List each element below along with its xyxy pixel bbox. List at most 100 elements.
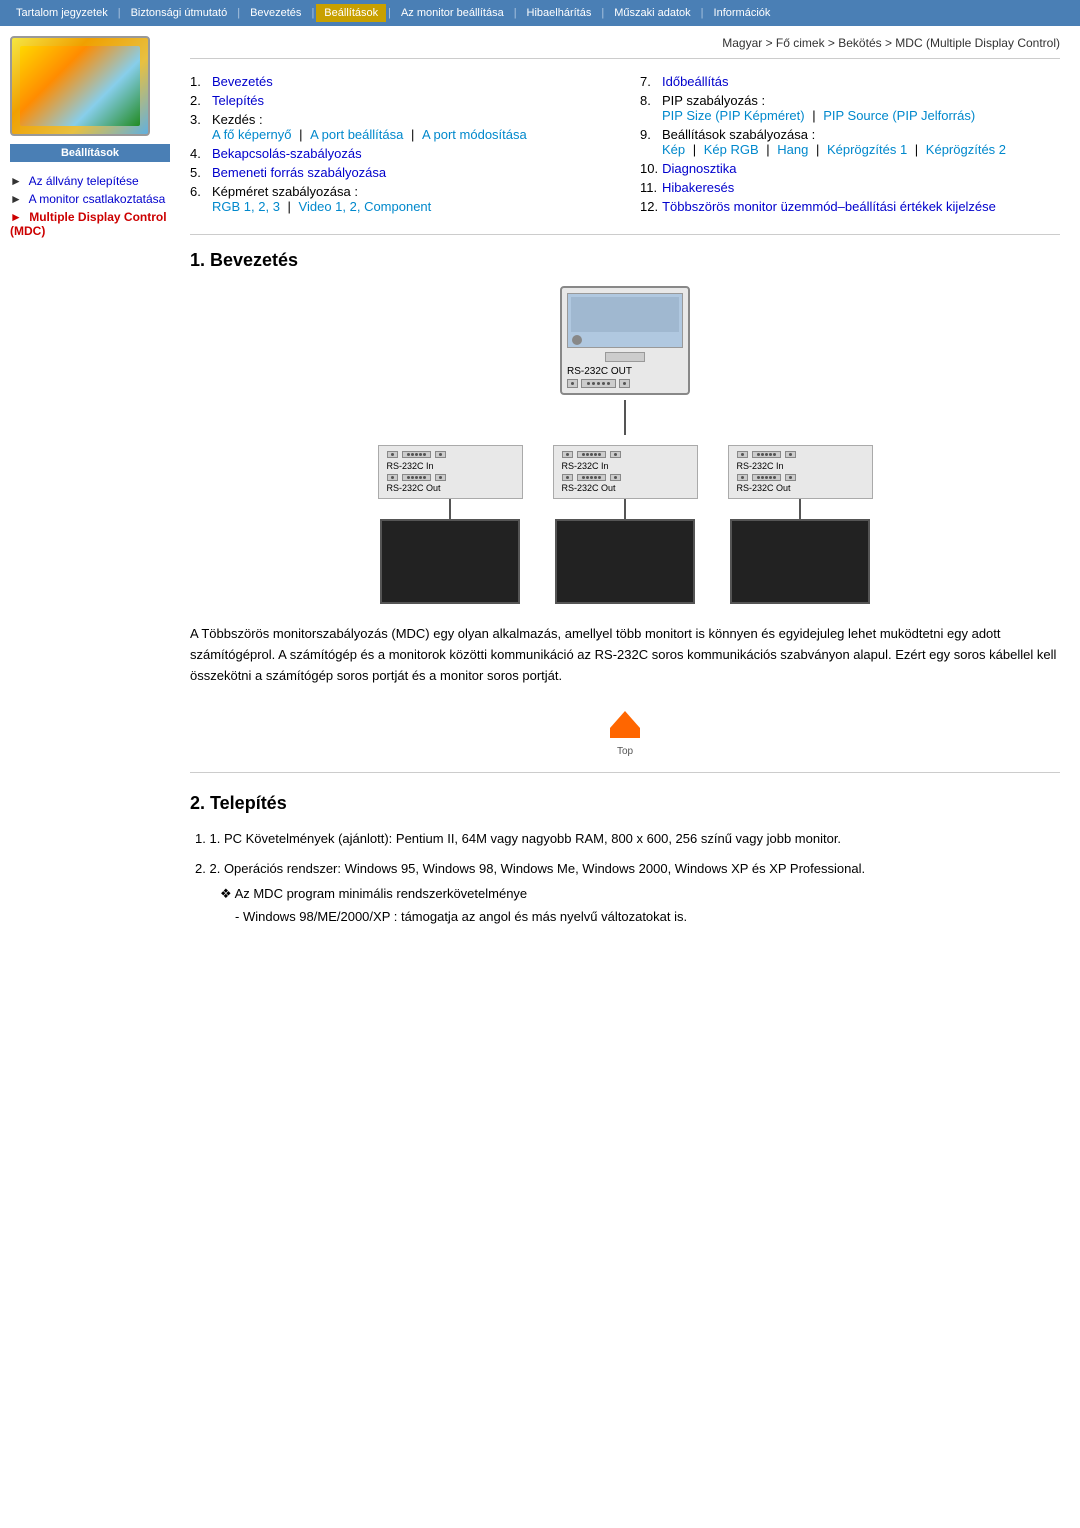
sidebar-link-allvany[interactable]: Az állvány telepítése	[29, 174, 139, 188]
monitor2-out-row	[562, 474, 689, 481]
monitor1-in-port-right	[435, 451, 446, 458]
nav-item-bevezetes[interactable]: Bevezetés	[242, 4, 309, 22]
nav-item-hibael[interactable]: Hibaelhárítás	[519, 4, 600, 22]
toc-sublink-9e[interactable]: Képrögzítés 2	[926, 142, 1006, 157]
monitor3-in-row	[737, 451, 864, 458]
toc-item-12: 12. Többszörös monitor üzemmód–beállítás…	[640, 199, 1060, 214]
sidebar-arrow-3: ►	[10, 210, 22, 224]
toc-link-12[interactable]: Többszörös monitor üzemmód–beállítási ér…	[662, 199, 996, 214]
nav-item-biztonsagi[interactable]: Biztonsági útmutató	[123, 4, 236, 22]
toc-link-10[interactable]: Diagnosztika	[662, 161, 736, 176]
top-button-container[interactable]: Top	[190, 706, 1060, 757]
toc-label-3: Kezdés :	[212, 112, 263, 127]
toc-num-11: 11.	[640, 180, 658, 195]
toc-link-5[interactable]: Bemeneti forrás szabályozása	[212, 165, 386, 180]
monitor2-out-port-left	[562, 474, 573, 481]
nav-sep-6: |	[601, 7, 604, 19]
toc-num-10: 10.	[640, 161, 658, 176]
monitor3-vline	[799, 499, 801, 519]
top-monitor-box: RS-232C OUT	[560, 286, 690, 395]
sidebar-arrow-2: ►	[10, 192, 22, 206]
sidebar-link-csatlakozas[interactable]: A monitor csatlakoztatása	[29, 192, 166, 206]
monitor3-in-port-right	[785, 451, 796, 458]
section1-description: A Többszörös monitorszabályozás (MDC) eg…	[190, 624, 1060, 686]
toc-item-2: 2. Telepítés	[190, 93, 610, 108]
monitor2-screen	[555, 519, 695, 604]
toc-item-10: 10. Diagnosztika	[640, 161, 1060, 176]
toc: 1. Bevezetés 2. Telepítés 3. Kezdés : A …	[190, 74, 1060, 214]
toc-item-6: 6. Képméret szabályozása : RGB 1, 2, 3 |…	[190, 184, 610, 214]
toc-num-9: 9.	[640, 127, 658, 157]
monitor1-in-port-center	[402, 451, 431, 458]
nav-sep-2: |	[237, 7, 240, 19]
toc-sublinks-6: RGB 1, 2, 3 | Video 1, 2, Component	[212, 199, 431, 214]
toc-item-5: 5. Bemeneti forrás szabályozása	[190, 165, 610, 180]
content-area: Magyar > Fő cimek > Bekötés > MDC (Multi…	[180, 36, 1070, 936]
sidebar-item-csatlakozas[interactable]: ► A monitor csatlakoztatása	[10, 190, 170, 208]
toc-num-6: 6.	[190, 184, 208, 214]
toc-sublink-3b[interactable]: A port beállítása	[310, 127, 403, 142]
monitor1-out-label: RS-232C Out	[387, 483, 514, 493]
monitor-unit-3: RS-232C In	[728, 445, 873, 604]
monitor2-out-port-center	[577, 474, 606, 481]
sidebar-link-mdc[interactable]: Multiple Display Control (MDC)	[10, 210, 167, 238]
toc-sublink-3a[interactable]: A fő képernyő	[212, 127, 292, 142]
toc-sublink-3c[interactable]: A port módosítása	[422, 127, 527, 142]
top-port-center	[581, 379, 616, 388]
monitor-base	[605, 352, 645, 362]
toc-num-3: 3.	[190, 112, 208, 142]
toc-link-1[interactable]: Bevezetés	[212, 74, 273, 89]
toc-sublink-6b[interactable]: Video 1, 2, Component	[299, 199, 432, 214]
sidebar-arrow-1: ►	[10, 174, 22, 188]
sidebar-menu: ► Az állvány telepítése ► A monitor csat…	[10, 170, 170, 242]
toc-link-11[interactable]: Hibakeresés	[662, 180, 734, 195]
toc-item-1: 1. Bevezetés	[190, 74, 610, 89]
top-button[interactable]: Top	[600, 706, 650, 757]
connector-line-top	[624, 400, 626, 435]
toc-item-7: 7. Időbeállítás	[640, 74, 1060, 89]
toc-sublink-8b[interactable]: PIP Source (PIP Jelforrás)	[823, 108, 975, 123]
monitor3-conn: RS-232C In	[728, 445, 873, 499]
top-label: Top	[617, 746, 633, 757]
monitor1-out-row	[387, 474, 514, 481]
toc-sublinks-8: PIP Size (PIP Képméret) | PIP Source (PI…	[662, 108, 975, 123]
monitor2-in-label: RS-232C In	[562, 461, 689, 471]
nav-bar: Tartalom jegyzetek | Biztonsági útmutató…	[0, 0, 1080, 26]
monitor3-out-port-left	[737, 474, 748, 481]
nav-item-monitor[interactable]: Az monitor beállítása	[393, 4, 512, 22]
nav-item-beallitasok[interactable]: Beállítások	[316, 4, 386, 22]
toc-sublink-6a[interactable]: RGB 1, 2, 3	[212, 199, 280, 214]
monitor-circle	[572, 335, 582, 345]
toc-link-2[interactable]: Telepítés	[212, 93, 264, 108]
toc-sublink-9b[interactable]: Kép RGB	[704, 142, 759, 157]
top-port-left	[567, 379, 578, 388]
toc-num-1: 1.	[190, 74, 208, 89]
nav-sep-1: |	[118, 7, 121, 19]
monitor3-out-label: RS-232C Out	[737, 483, 864, 493]
install-item-2: 2. Operációs rendszer: Windows 95, Windo…	[190, 859, 1060, 927]
monitor1-in-row	[387, 451, 514, 458]
monitor1-screen	[380, 519, 520, 604]
monitor2-out-port-right	[610, 474, 621, 481]
toc-sublink-9a[interactable]: Kép	[662, 142, 685, 157]
toc-num-4: 4.	[190, 146, 208, 161]
sidebar-item-allvany[interactable]: ► Az állvány telepítése	[10, 172, 170, 190]
toc-sublink-8a[interactable]: PIP Size (PIP Képméret)	[662, 108, 805, 123]
toc-sublink-9c[interactable]: Hang	[777, 142, 808, 157]
toc-item-4: 4. Bekapcsolás-szabályozás	[190, 146, 610, 161]
toc-sublinks-9: Kép | Kép RGB | Hang | Képrögzítés 1 | K…	[662, 142, 1006, 157]
sidebar-image-inner	[20, 46, 140, 126]
toc-link-7[interactable]: Időbeállítás	[662, 74, 729, 89]
nav-item-muszaki[interactable]: Műszaki adatok	[606, 4, 698, 22]
toc-num-2: 2.	[190, 93, 208, 108]
toc-sublink-9d[interactable]: Képrögzítés 1	[827, 142, 907, 157]
toc-sublinks-3: A fő képernyő | A port beállítása | A po…	[212, 127, 527, 142]
rs232-out-label: RS-232C OUT	[567, 366, 683, 377]
nav-item-informaciok[interactable]: Információk	[706, 4, 779, 22]
sidebar-item-mdc[interactable]: ► Multiple Display Control (MDC)	[10, 208, 170, 240]
monitor2-vline	[624, 499, 626, 519]
toc-item-3: 3. Kezdés : A fő képernyő | A port beáll…	[190, 112, 610, 142]
monitor1-in-port-left	[387, 451, 398, 458]
nav-item-tartalom[interactable]: Tartalom jegyzetek	[8, 4, 116, 22]
toc-link-4[interactable]: Bekapcsolás-szabályozás	[212, 146, 362, 161]
